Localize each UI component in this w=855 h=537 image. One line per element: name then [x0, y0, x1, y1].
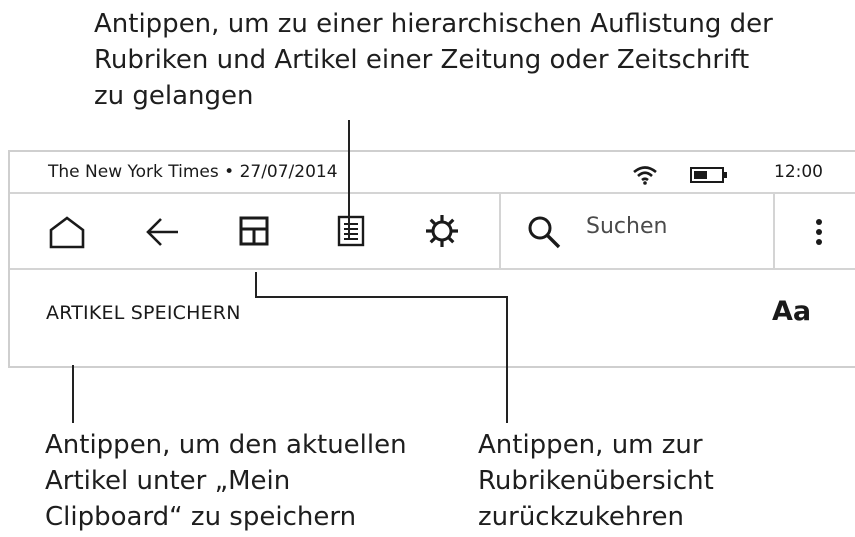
- more-menu-icon[interactable]: [814, 214, 824, 250]
- leader-line-right-vertical: [255, 272, 257, 298]
- settings-gear-icon[interactable]: [424, 213, 460, 249]
- sections-grid-icon[interactable]: [238, 215, 270, 247]
- callout-line: zu gelangen: [94, 81, 254, 111]
- battery-icon: [690, 167, 727, 183]
- toolbar: Suchen: [10, 194, 855, 270]
- back-arrow-icon[interactable]: [144, 215, 180, 249]
- callout-line: Clipboard“ zu speichern: [45, 502, 357, 532]
- leader-line-right-down: [506, 296, 508, 423]
- callout-line: zurückzukehren: [478, 502, 684, 532]
- callout-line: Rubrikenübersicht: [478, 466, 714, 496]
- clock: 12:00: [774, 162, 823, 182]
- search-button-label[interactable]: Suchen: [586, 214, 667, 239]
- callout-line: Antippen, um zur: [478, 430, 703, 460]
- wifi-icon: [633, 166, 657, 185]
- callout-line: Antippen, um zu einer hierarchischen Auf…: [94, 9, 773, 39]
- home-icon[interactable]: [48, 215, 86, 249]
- callout-article-list: Antippen, um zu einer hierarchischen Auf…: [94, 6, 773, 114]
- callout-line: Rubriken und Artikel einer Zeitung oder …: [94, 45, 750, 75]
- kindle-reader-ui: The New York Times • 27/07/2014 12:00 Su…: [8, 150, 855, 368]
- leader-line-top: [348, 120, 350, 238]
- leader-line-right-horizontal: [255, 296, 508, 298]
- toolbar-divider: [773, 194, 775, 268]
- font-settings-button[interactable]: Aa: [772, 296, 811, 327]
- status-bar: The New York Times • 27/07/2014 12:00: [10, 152, 855, 194]
- callout-line: Artikel unter „Mein: [45, 466, 291, 496]
- article-list-icon[interactable]: [336, 215, 366, 247]
- callout-sections: Antippen, um zur Rubrikenübersicht zurüc…: [478, 427, 714, 535]
- search-icon[interactable]: [526, 214, 562, 250]
- callout-save-article: Antippen, um den aktuellen Artikel unter…: [45, 427, 407, 535]
- toolbar-divider: [499, 194, 501, 268]
- save-article-button[interactable]: ARTIKEL SPEICHERN: [46, 302, 241, 324]
- reader-actions-bar: ARTIKEL SPEICHERN Aa: [10, 270, 855, 366]
- callout-line: Antippen, um den aktuellen: [45, 430, 407, 460]
- publication-title: The New York Times • 27/07/2014: [48, 162, 338, 182]
- leader-line-left: [72, 365, 74, 423]
